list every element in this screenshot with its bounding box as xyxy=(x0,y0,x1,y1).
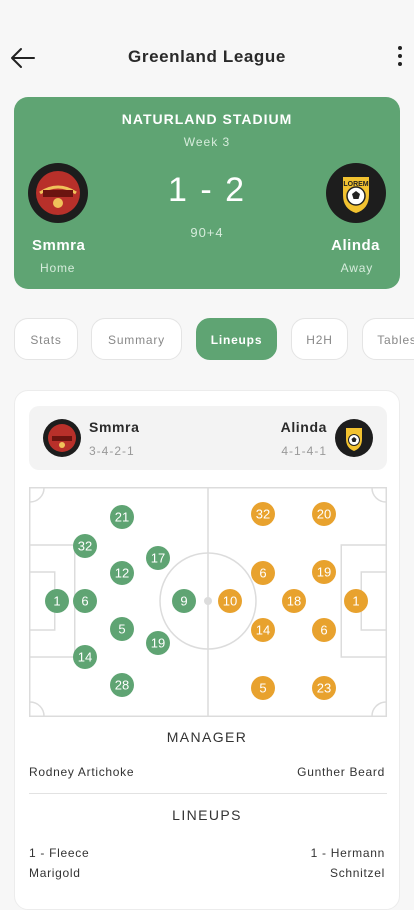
tab-bar: Stats Summary Lineups H2H Tables xyxy=(14,318,414,360)
away-player-number: 6 xyxy=(259,566,266,581)
tab-stats[interactable]: Stats xyxy=(14,318,78,360)
away-player-number: 5 xyxy=(259,681,266,696)
away-player-marker[interactable]: 5 xyxy=(251,676,275,700)
home-player-marker[interactable]: 9 xyxy=(172,589,196,613)
away-player-number: 6 xyxy=(320,623,327,638)
away-first-player-name: Schnitzel xyxy=(330,866,385,880)
away-team-logo-small xyxy=(335,419,373,457)
home-first-player-name: Marigold xyxy=(29,866,81,880)
home-first-player: 1 - Fleece xyxy=(29,846,90,860)
home-player-marker[interactable]: 5 xyxy=(110,617,134,641)
lineups-heading: LINEUPS xyxy=(172,807,242,823)
away-player-number: 20 xyxy=(317,507,331,522)
home-player-number: 1 xyxy=(53,594,60,609)
more-options-icon[interactable] xyxy=(396,46,404,70)
tab-h2h[interactable]: H2H xyxy=(291,318,348,360)
away-player-marker[interactable]: 6 xyxy=(312,618,336,642)
home-player-number: 9 xyxy=(180,594,187,609)
match-week: Week 3 xyxy=(183,135,231,149)
home-player-number: 5 xyxy=(118,622,125,637)
home-player-marker[interactable]: 19 xyxy=(146,631,170,655)
tab-summary[interactable]: Summary xyxy=(91,318,182,360)
home-player-marker[interactable]: 12 xyxy=(110,561,134,585)
away-label: Away xyxy=(340,261,373,275)
home-player-number: 19 xyxy=(151,636,165,651)
home-player-marker[interactable]: 6 xyxy=(73,589,97,613)
away-player-number: 32 xyxy=(256,507,270,522)
manager-heading: MANAGER xyxy=(166,729,248,745)
away-player-marker[interactable]: 23 xyxy=(312,676,336,700)
home-player-number: 28 xyxy=(115,678,129,693)
home-team-name-small: Smmra xyxy=(89,419,140,435)
away-formation: 4-1-4-1 xyxy=(281,444,327,458)
match-score-card: NATURLAND STADIUM Week 3 Smmra Home 1 - … xyxy=(14,97,400,289)
away-team-name-small: Alinda xyxy=(280,419,327,435)
top-app-bar: Greenland League xyxy=(0,0,414,96)
home-player-marker[interactable]: 17 xyxy=(146,546,170,570)
home-manager: Rodney Artichoke xyxy=(29,765,135,779)
away-player-marker[interactable]: 14 xyxy=(251,618,275,642)
home-player-number: 12 xyxy=(115,566,129,581)
home-formation: 3-4-2-1 xyxy=(89,444,135,458)
home-player-number: 17 xyxy=(151,551,165,566)
divider xyxy=(29,793,387,794)
away-player-number: 18 xyxy=(287,594,301,609)
away-player-marker[interactable]: 19 xyxy=(312,560,336,584)
pitch-formation: 1 6 32 14 21 12 5 28 17 19 9 1 19 18 6 20 32 6 14 5 23 10 xyxy=(29,487,387,717)
home-player-marker[interactable]: 32 xyxy=(73,534,97,558)
away-first-player: 1 - Hermann xyxy=(310,846,385,860)
away-player-number: 19 xyxy=(317,565,331,580)
home-team-logo-small xyxy=(43,419,81,457)
home-player-marker[interactable]: 21 xyxy=(110,505,134,529)
svg-text:LOREM: LOREM xyxy=(343,181,368,188)
home-player-marker[interactable]: 28 xyxy=(110,673,134,697)
away-manager: Gunther Beard xyxy=(297,765,385,779)
home-player-number: 6 xyxy=(81,594,88,609)
away-team-logo: LOREM xyxy=(326,163,386,223)
home-player-marker[interactable]: 1 xyxy=(45,589,69,613)
home-label: Home xyxy=(40,261,76,275)
page-title: Greenland League xyxy=(128,47,286,66)
away-player-marker[interactable]: 10 xyxy=(218,589,242,613)
away-player-marker[interactable]: 6 xyxy=(251,561,275,585)
away-player-number: 10 xyxy=(223,594,237,609)
lineup-teams-header: Smmra 3-4-2-1 Alinda 4-1-4-1 xyxy=(29,406,387,470)
home-player-number: 32 xyxy=(78,539,92,554)
home-player-number: 14 xyxy=(78,650,92,665)
home-player-number: 21 xyxy=(115,510,129,525)
away-player-marker[interactable]: 18 xyxy=(282,589,306,613)
tab-tables[interactable]: Tables xyxy=(362,318,414,360)
away-player-number: 23 xyxy=(317,681,331,696)
away-player-marker[interactable]: 32 xyxy=(251,502,275,526)
home-player-marker[interactable]: 14 xyxy=(73,645,97,669)
lineups-card: Smmra 3-4-2-1 Alinda 4-1-4-1 1 6 32 14 2… xyxy=(14,390,400,910)
away-team-name: Alinda xyxy=(331,237,380,254)
tab-lineups[interactable]: Lineups xyxy=(196,318,277,360)
away-player-number: 1 xyxy=(352,594,359,609)
away-player-marker[interactable]: 20 xyxy=(312,502,336,526)
stadium-name: NATURLAND STADIUM xyxy=(121,111,293,127)
away-player-marker[interactable]: 1 xyxy=(344,589,368,613)
away-player-number: 14 xyxy=(256,623,270,638)
